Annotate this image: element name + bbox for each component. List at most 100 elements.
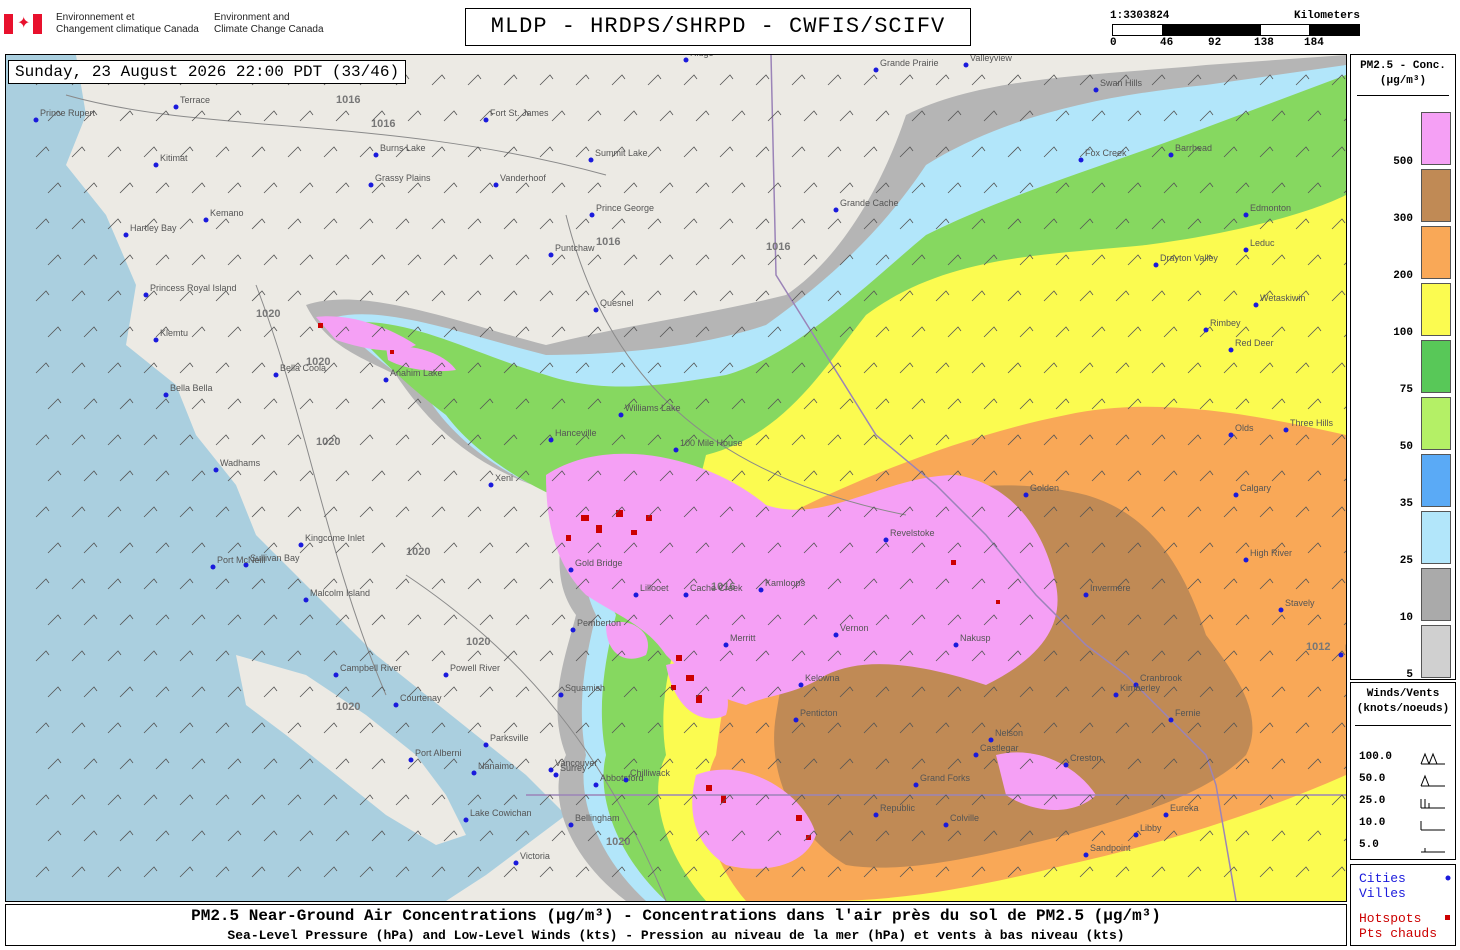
city-marker[interactable]	[373, 152, 379, 158]
city-marker[interactable]	[488, 482, 494, 488]
city-marker[interactable]	[368, 182, 374, 188]
city-marker[interactable]	[1283, 427, 1289, 433]
city-marker[interactable]	[633, 592, 639, 598]
city-marker[interactable]	[683, 592, 689, 598]
city-marker[interactable]	[833, 207, 839, 213]
city-marker[interactable]	[548, 767, 554, 773]
legend-swatch-75	[1421, 340, 1451, 393]
city-label: Stavely	[1285, 598, 1315, 608]
city-marker[interactable]	[548, 437, 554, 443]
legend-swatch-50	[1421, 397, 1451, 450]
agency-name-en: Environment and Climate Change Canada	[214, 12, 324, 35]
city-marker[interactable]	[568, 567, 574, 573]
city-marker[interactable]	[1113, 692, 1119, 698]
city-label: Grande Cache	[840, 198, 899, 208]
city-marker[interactable]	[463, 817, 469, 823]
city-label: Lethbridge	[1345, 643, 1346, 653]
city-marker[interactable]	[883, 537, 889, 543]
city-marker[interactable]	[1133, 832, 1139, 838]
city-marker[interactable]	[873, 67, 879, 73]
city-marker[interactable]	[213, 467, 219, 473]
city-marker[interactable]	[793, 717, 799, 723]
city-marker[interactable]	[493, 182, 499, 188]
city-marker[interactable]	[963, 62, 969, 68]
city-marker[interactable]	[589, 212, 595, 218]
city-marker[interactable]	[758, 587, 764, 593]
city-marker[interactable]	[393, 702, 399, 708]
city-marker[interactable]	[618, 412, 624, 418]
city-marker[interactable]	[1168, 717, 1174, 723]
city-marker[interactable]	[973, 752, 979, 758]
city-marker[interactable]	[1243, 247, 1249, 253]
city-label: Calgary	[1240, 483, 1272, 493]
city-marker[interactable]	[588, 157, 594, 163]
city-label: Chilliwack	[630, 768, 671, 778]
city-marker[interactable]	[273, 372, 279, 378]
city-marker[interactable]	[988, 737, 994, 743]
city-marker[interactable]	[570, 627, 576, 633]
city-marker[interactable]	[558, 692, 564, 698]
city-marker[interactable]	[673, 447, 679, 453]
city-marker[interactable]	[173, 104, 179, 110]
city-marker[interactable]	[1243, 212, 1249, 218]
city-label: Quesnel	[600, 298, 634, 308]
city-marker[interactable]	[153, 337, 159, 343]
city-marker[interactable]	[1083, 592, 1089, 598]
city-marker[interactable]	[548, 252, 554, 258]
city-marker[interactable]	[1063, 762, 1069, 768]
city-marker[interactable]	[483, 742, 489, 748]
city-marker[interactable]	[553, 772, 559, 778]
city-label: Hartley Bay	[130, 223, 177, 233]
city-marker[interactable]	[1203, 327, 1209, 333]
map-view[interactable]: 1016 1016 1016 1016 1020 1020 1020 1020 …	[5, 54, 1347, 902]
city-marker[interactable]	[163, 392, 169, 398]
city-marker[interactable]	[913, 782, 919, 788]
city-marker[interactable]	[1278, 607, 1284, 613]
city-marker[interactable]	[1228, 432, 1234, 438]
city-marker[interactable]	[943, 822, 949, 828]
city-marker[interactable]	[798, 682, 804, 688]
city-marker[interactable]	[1083, 852, 1089, 858]
city-marker[interactable]	[443, 672, 449, 678]
city-marker[interactable]	[1163, 812, 1169, 818]
city-label: Surrey	[560, 763, 587, 773]
city-marker[interactable]	[833, 632, 839, 638]
city-marker[interactable]	[408, 757, 414, 763]
city-marker[interactable]	[1078, 157, 1084, 163]
city-label: Kamloops	[765, 578, 806, 588]
city-marker[interactable]	[568, 822, 574, 828]
legend-label-50: 50	[1399, 441, 1413, 453]
city-marker[interactable]	[683, 57, 689, 63]
city-marker[interactable]	[513, 860, 519, 866]
city-marker[interactable]	[143, 292, 149, 298]
city-marker[interactable]	[383, 377, 389, 383]
city-marker[interactable]	[873, 812, 879, 818]
city-marker[interactable]	[1023, 492, 1029, 498]
city-marker[interactable]	[483, 117, 489, 123]
city-marker[interactable]	[303, 597, 309, 603]
city-marker[interactable]	[723, 642, 729, 648]
city-marker[interactable]	[1168, 152, 1174, 158]
city-marker[interactable]	[1228, 347, 1234, 353]
city-marker[interactable]	[1338, 652, 1344, 658]
city-marker[interactable]	[953, 642, 959, 648]
city-marker[interactable]	[593, 782, 599, 788]
city-marker[interactable]	[593, 307, 599, 313]
city-label: Drayton Valley	[1160, 253, 1218, 263]
city-marker[interactable]	[1153, 262, 1159, 268]
city-marker[interactable]	[210, 564, 216, 570]
city-marker[interactable]	[333, 672, 339, 678]
city-marker[interactable]	[153, 162, 159, 168]
city-marker[interactable]	[298, 542, 304, 548]
city-marker[interactable]	[1253, 302, 1259, 308]
city-marker[interactable]	[623, 777, 629, 783]
city-marker[interactable]	[471, 770, 477, 776]
city-marker[interactable]	[33, 117, 39, 123]
city-marker[interactable]	[1233, 492, 1239, 498]
legend-label-35: 35	[1399, 498, 1413, 510]
city-marker[interactable]	[1243, 557, 1249, 563]
city-marker[interactable]	[123, 232, 129, 238]
wind-row-25: 25.0	[1359, 795, 1449, 811]
city-marker[interactable]	[203, 217, 209, 223]
city-marker[interactable]	[1093, 87, 1099, 93]
